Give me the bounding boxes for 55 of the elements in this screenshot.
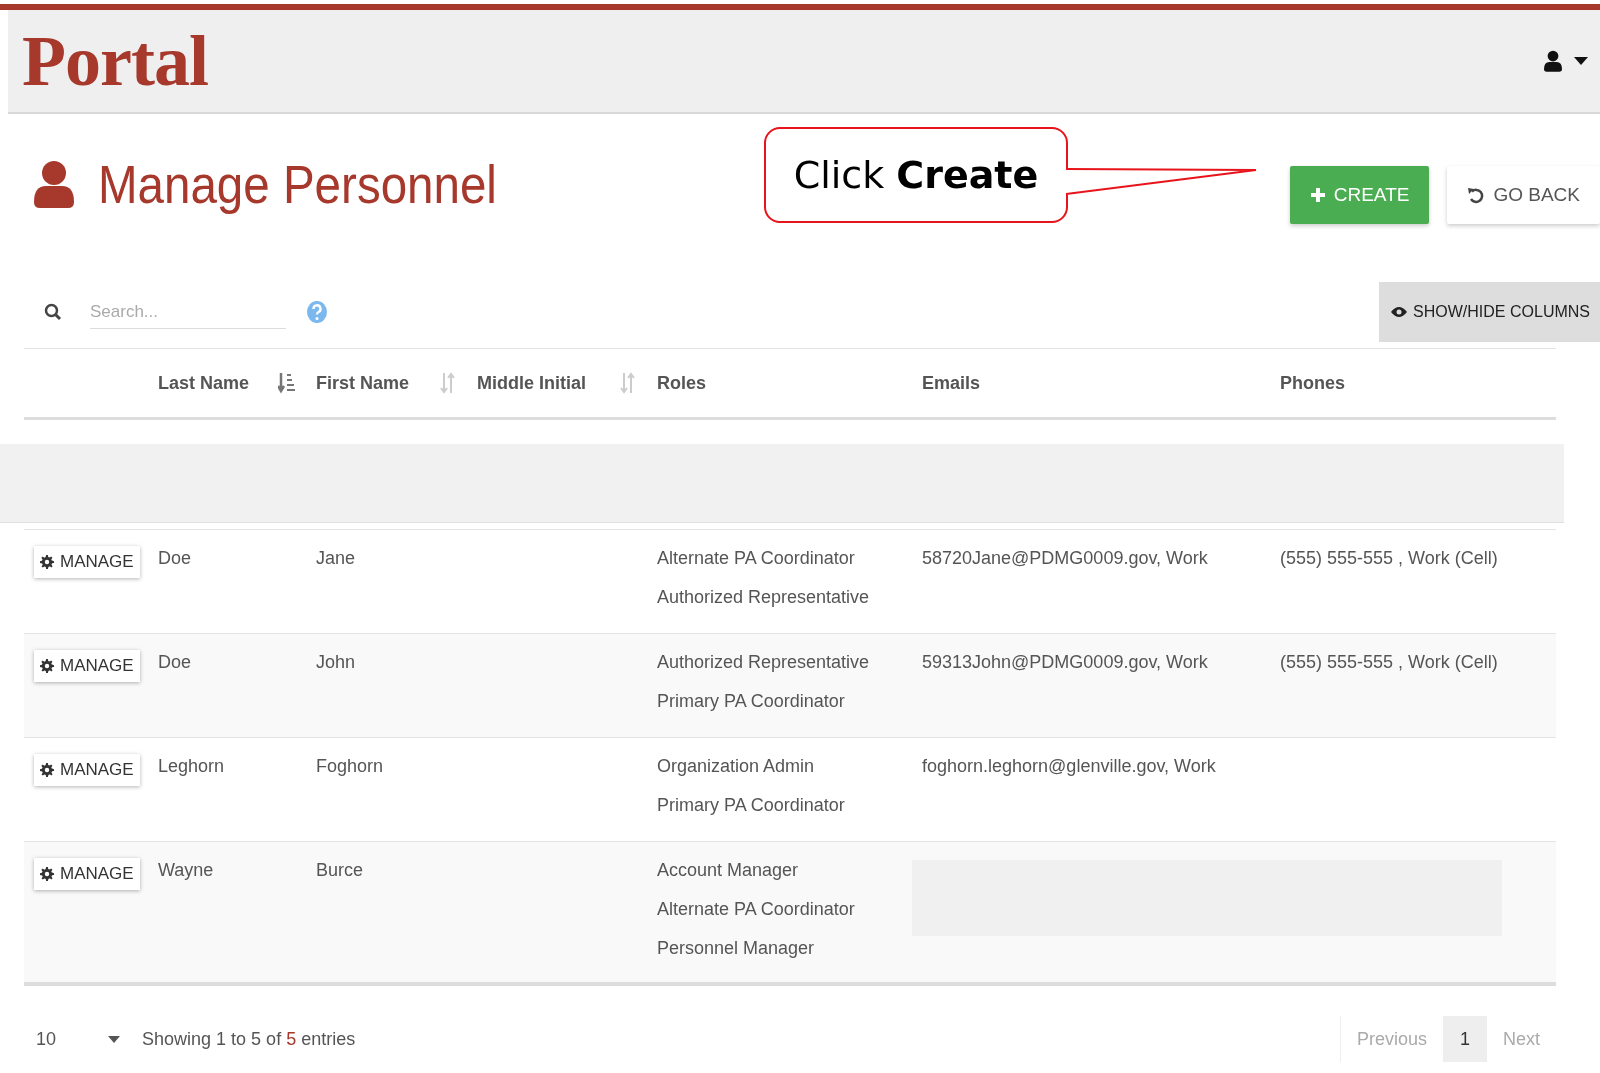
entries-info: Showing 1 to 5 of — [142, 1028, 282, 1050]
role-text: Alternate PA Coordinator — [657, 547, 856, 570]
manage-button[interactable]: MANAGE — [34, 650, 140, 682]
page-length-select[interactable]: 10 — [36, 1028, 57, 1050]
eye-icon — [1391, 306, 1408, 318]
gear-icon — [40, 867, 54, 881]
column-header[interactable]: Middle Initial — [477, 372, 586, 394]
role-text: Authorized Representative — [657, 651, 871, 674]
table-cell: 59313John@PDMG0009.gov, Work — [922, 652, 1208, 672]
role-text: Personnel Manager — [657, 937, 816, 960]
table-cell-text: Leghorn — [158, 755, 226, 778]
table-cell: (555) 555-555 , Work (Cell) — [1280, 548, 1498, 568]
column-header[interactable]: Last Name — [158, 372, 250, 394]
logo-text: Portal — [22, 19, 208, 103]
go-back-button[interactable]: GO BACK — [1447, 166, 1600, 224]
role-text: Account Manager — [657, 859, 800, 882]
role-text: Authorized Representative — [657, 586, 871, 609]
column-header[interactable]: Emails — [922, 372, 981, 394]
page-title: Manage Personnel — [98, 153, 497, 215]
user-icon — [1544, 50, 1562, 72]
search-icon — [44, 303, 62, 321]
plus-icon — [1309, 187, 1326, 203]
table-cell-text: Jane — [316, 547, 357, 570]
role-text: Primary PA Coordinator — [657, 690, 846, 713]
sort-icon[interactable] — [278, 372, 296, 394]
manage-button[interactable]: MANAGE — [34, 754, 140, 786]
callout: Click Create — [764, 127, 1068, 223]
caret-icon[interactable] — [108, 1035, 121, 1043]
table-cell: (555) 555-555 , Work (Cell) — [1280, 652, 1498, 672]
table-cell-text: Wayne — [158, 859, 215, 882]
table-cell-text: Burce — [316, 859, 365, 882]
table-cell: 58720Jane@PDMG0009.gov, Work — [922, 548, 1208, 568]
table-cell-text: John — [316, 651, 357, 674]
table-cell-text: Doe — [158, 651, 193, 674]
caret-icon[interactable] — [1574, 57, 1588, 65]
gear-icon — [40, 763, 54, 777]
role-text: Primary PA Coordinator — [657, 794, 846, 817]
undo-icon — [1467, 186, 1486, 204]
entries-total: 5 — [286, 1028, 297, 1050]
column-header[interactable]: Roles — [657, 372, 707, 394]
gear-icon — [40, 555, 54, 569]
show-hide-columns-button[interactable]: SHOW/HIDE COLUMNS — [1379, 282, 1600, 342]
table-cell-text: Doe — [158, 547, 193, 570]
manage-button[interactable]: MANAGE — [34, 546, 140, 578]
entries-info: entries — [301, 1028, 356, 1050]
gear-icon — [40, 659, 54, 673]
pagination-button[interactable]: 1 — [1442, 1016, 1486, 1062]
manage-button[interactable]: MANAGE — [34, 858, 140, 890]
column-header[interactable]: Phones — [1280, 372, 1345, 394]
user-icon — [34, 159, 74, 209]
table-cell: foghorn.leghorn@glenville.gov, Work — [922, 756, 1216, 776]
column-header[interactable]: First Name — [316, 372, 410, 394]
table-cell-text: Foghorn — [316, 755, 385, 778]
role-text: Alternate PA Coordinator — [657, 898, 856, 921]
role-text: Organization Admin — [657, 755, 816, 778]
